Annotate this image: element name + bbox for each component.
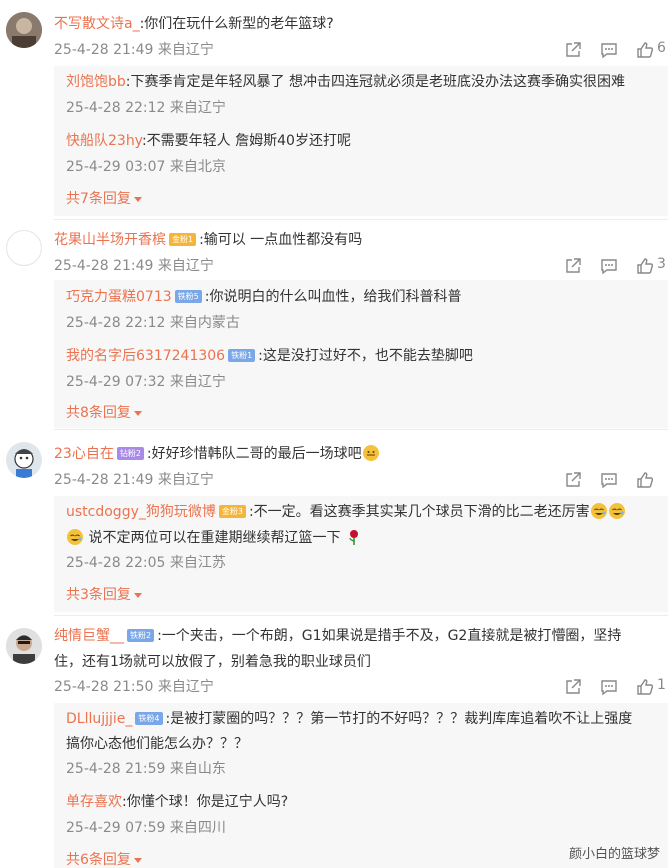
like-icon[interactable]	[636, 471, 654, 489]
comment-icon[interactable]	[600, 257, 618, 275]
emoji-icon	[590, 503, 607, 519]
comment-username[interactable]: 不写散文诗a_	[54, 16, 140, 32]
chevron-down-icon	[133, 410, 142, 416]
more-replies-link[interactable]: 共6条回复	[66, 850, 142, 868]
reply-meta: 25-4-28 22:12 来自内蒙古	[66, 315, 240, 331]
chevron-down-icon	[133, 592, 142, 598]
more-replies-link[interactable]: 共7条回复	[66, 189, 142, 209]
reply-username[interactable]: ustcdoggy_狗狗玩微博	[66, 504, 216, 520]
comment-icon[interactable]	[600, 41, 618, 59]
reply-username[interactable]: DLllujjjie_	[66, 711, 132, 727]
comment-meta: 25-4-28 21:49 来自辽宁	[54, 472, 214, 488]
comment-meta: 25-4-28 21:49 来自辽宁	[54, 258, 214, 274]
comment-text: :一个夹击，一个布朗，G1如果说是措手不及，G2直接就是被打懵圈，坚持	[157, 628, 622, 644]
comment-text: :输可以 一点血性都没有吗	[199, 232, 363, 248]
reply-meta: 25-4-29 03:07 来自北京	[66, 159, 226, 175]
fan-badge: 金粉3	[218, 505, 246, 518]
reply-meta: 25-4-28 21:59 来自山东	[66, 761, 226, 777]
comment-icon[interactable]	[600, 471, 618, 489]
like-count: 6	[657, 40, 666, 56]
reply-meta: 25-4-29 07:32 来自辽宁	[66, 374, 226, 390]
avatar[interactable]	[6, 12, 42, 48]
more-replies-label: 共6条回复	[66, 852, 131, 868]
reply-text-continued: 搞你心态他们能怎么办？？？	[66, 736, 248, 752]
avatar[interactable]	[6, 628, 42, 664]
like-icon[interactable]	[636, 678, 654, 696]
fan-badge: 铁粉2	[127, 629, 155, 642]
reply-meta: 25-4-29 07:59 来自四川	[66, 820, 226, 836]
comment-meta: 25-4-28 21:49 来自辽宁	[54, 42, 214, 58]
more-replies-link[interactable]: 共8条回复	[66, 403, 142, 423]
comment-item: 不写散文诗a_:你们在玩什么新型的老年篮球? 25-4-28 21:49 来自辽…	[0, 0, 668, 220]
more-replies-label: 共7条回复	[66, 191, 131, 207]
reply-username[interactable]: 单存喜欢	[66, 794, 122, 810]
more-replies-label: 共3条回复	[66, 587, 131, 603]
reply-text: :你说明白的什么叫血性，给我们科普科普	[204, 289, 462, 305]
emoji-icon	[67, 529, 83, 545]
share-icon[interactable]	[564, 471, 582, 489]
comment-item: 纯情巨蟹__ 铁粉2:一个夹击，一个布朗，G1如果说是措手不及，G2直接就是被打懵…	[0, 616, 668, 868]
reply-meta: 25-4-28 22:05 来自江苏	[66, 555, 226, 571]
comment-actions: 6	[558, 40, 668, 60]
more-replies-label: 共8条回复	[66, 405, 131, 421]
chevron-down-icon	[133, 196, 142, 202]
reply-username[interactable]: 快船队23hy	[66, 133, 142, 149]
fan-badge: 钻粉2	[116, 447, 144, 460]
reply-meta: 25-4-28 22:12 来自辽宁	[66, 100, 226, 116]
reply-text: :这是没打过好不，也不能去垫脚吧	[258, 348, 473, 364]
reply-text: :不一定。看这赛季其实某几个球员下滑的比二老还厉害	[248, 504, 590, 520]
comment-text: :好好珍惜韩队二哥的最后一场球吧	[146, 446, 362, 462]
rose-icon	[346, 529, 362, 545]
reply-username[interactable]: 我的名字后6317241306	[66, 348, 225, 364]
reply-text: :不需要年轻人 詹姆斯40岁还打呢	[141, 133, 351, 149]
emoji-icon	[362, 445, 379, 461]
share-icon[interactable]	[564, 41, 582, 59]
comment-item: 23心自在 钻粉2:好好珍惜韩队二哥的最后一场球吧 25-4-28 21:49 来…	[0, 430, 668, 616]
emoji-icon	[608, 503, 625, 519]
like-count: 3	[657, 256, 666, 272]
watermark: 颜小白的篮球梦	[568, 847, 660, 862]
comment-actions: 3	[558, 256, 668, 276]
comment-username[interactable]: 花果山半场开香槟	[54, 232, 166, 248]
comment-text: :你们在玩什么新型的老年篮球?	[139, 16, 334, 32]
like-icon[interactable]	[636, 41, 654, 59]
comment-item: 花果山半场开香槟 金粉1:输可以 一点血性都没有吗 25-4-28 21:49 来…	[0, 220, 668, 430]
reply-text: :下赛季肯定是年轻风暴了 想冲击四连冠就必须是老班底没办法这赛季确实很困难	[125, 74, 625, 90]
reply-username[interactable]: 巧克力蛋糕0713	[66, 289, 172, 305]
reply-text: :是被打蒙圈的吗？？？第一节打的不好吗？？？裁判库库追着吹不让上强度	[165, 711, 633, 727]
comment-username[interactable]: 23心自在	[54, 446, 114, 462]
more-replies-link[interactable]: 共3条回复	[66, 585, 142, 605]
fan-badge: 铁粉4	[135, 712, 163, 725]
fan-badge: 铁粉1	[228, 349, 256, 362]
like-icon[interactable]	[636, 257, 654, 275]
reply-text: :你懂个球！你是辽宁人吗?	[122, 794, 289, 810]
like-count: 1	[657, 677, 666, 693]
reply-username[interactable]: 刘饱饱bb	[66, 74, 126, 90]
comment-meta: 25-4-28 21:50 来自辽宁	[54, 679, 214, 695]
fan-badge: 金粉1	[169, 233, 197, 246]
share-icon[interactable]	[564, 257, 582, 275]
avatar[interactable]	[6, 442, 42, 478]
share-icon[interactable]	[564, 678, 582, 696]
fan-badge: 铁粉5	[174, 290, 202, 303]
comment-actions	[558, 470, 668, 490]
avatar[interactable]	[6, 230, 42, 266]
comment-text-continued: 住，还有1场就可以放假了，别着急我的职业球员们	[54, 654, 371, 670]
comment-actions: 1	[558, 677, 668, 697]
comment-icon[interactable]	[600, 678, 618, 696]
comment-username[interactable]: 纯情巨蟹__	[54, 628, 124, 644]
reply-text-continued: 说不定两位可以在重建期继续帮辽篮一下	[88, 530, 341, 546]
chevron-down-icon	[133, 857, 142, 863]
